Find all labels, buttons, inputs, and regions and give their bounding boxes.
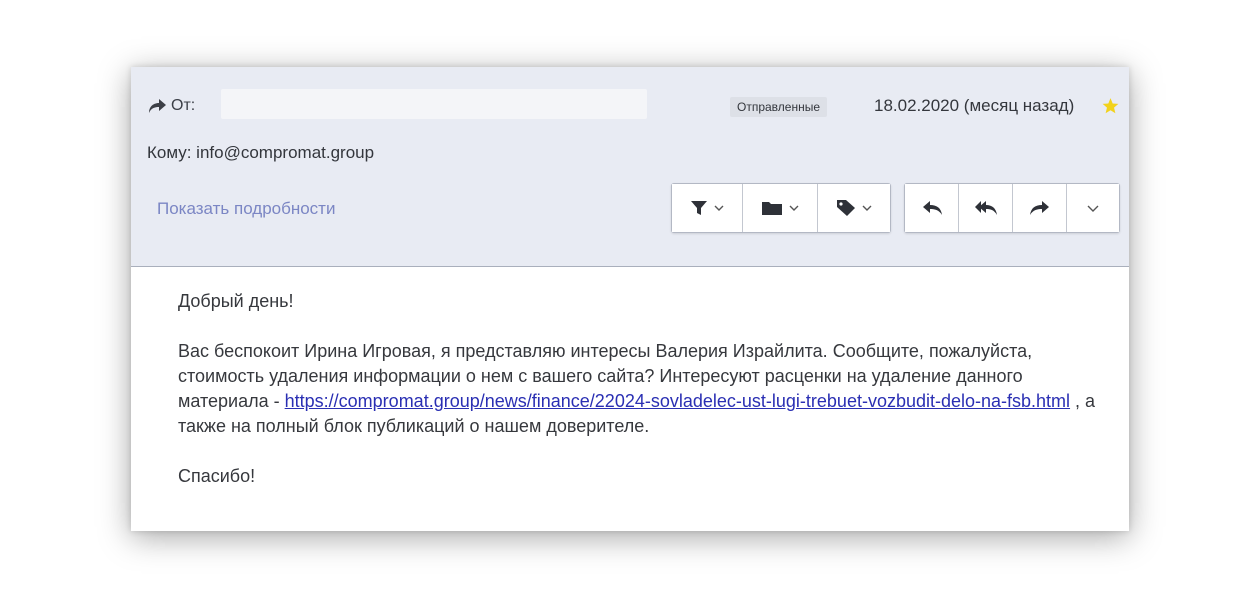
chevron-down-icon xyxy=(714,205,724,211)
reply-button[interactable] xyxy=(905,184,959,232)
folder-icon xyxy=(761,200,783,216)
reply-all-icon xyxy=(974,199,998,217)
from-row: От: xyxy=(147,95,195,117)
chevron-down-icon xyxy=(1087,205,1099,212)
filter-icon xyxy=(690,200,708,216)
email-header: От: Отправленные 18.02.2020 (месяц назад… xyxy=(131,67,1129,267)
article-link[interactable]: https://compromat.group/news/finance/220… xyxy=(285,391,1070,411)
message-paragraph: Вас беспокоит Ирина Игровая, я представл… xyxy=(178,339,1098,439)
message-date: 18.02.2020 (месяц назад) xyxy=(874,96,1075,115)
organize-toolbar xyxy=(671,183,891,233)
message-body: Добрый день! Вас беспокоит Ирина Игровая… xyxy=(178,289,1098,489)
email-card: От: Отправленные 18.02.2020 (месяц назад… xyxy=(131,67,1129,531)
closing-text: Спасибо! xyxy=(178,466,256,486)
sender-redacted xyxy=(221,89,647,119)
star-icon[interactable] xyxy=(1101,97,1120,115)
reply-all-button[interactable] xyxy=(959,184,1013,232)
forward-icon xyxy=(1029,199,1051,217)
filter-button[interactable] xyxy=(672,184,743,232)
from-label: От: xyxy=(171,97,196,114)
chevron-down-icon xyxy=(862,205,872,211)
forward-button[interactable] xyxy=(1013,184,1067,232)
forward-arrow-icon xyxy=(147,98,167,114)
reply-toolbar xyxy=(904,183,1120,233)
move-to-folder-button[interactable] xyxy=(742,184,819,232)
more-actions-button[interactable] xyxy=(1067,184,1119,232)
chevron-down-icon xyxy=(789,205,799,211)
folder-badge[interactable]: Отправленные xyxy=(730,97,828,117)
show-details-link[interactable]: Показать подробности xyxy=(157,198,335,220)
label-button[interactable] xyxy=(818,184,890,232)
reply-icon xyxy=(921,199,943,217)
greeting-text: Добрый день! xyxy=(178,291,294,311)
tag-icon xyxy=(836,199,856,217)
recipient-line: Кому: info@compromat.group xyxy=(147,143,375,162)
